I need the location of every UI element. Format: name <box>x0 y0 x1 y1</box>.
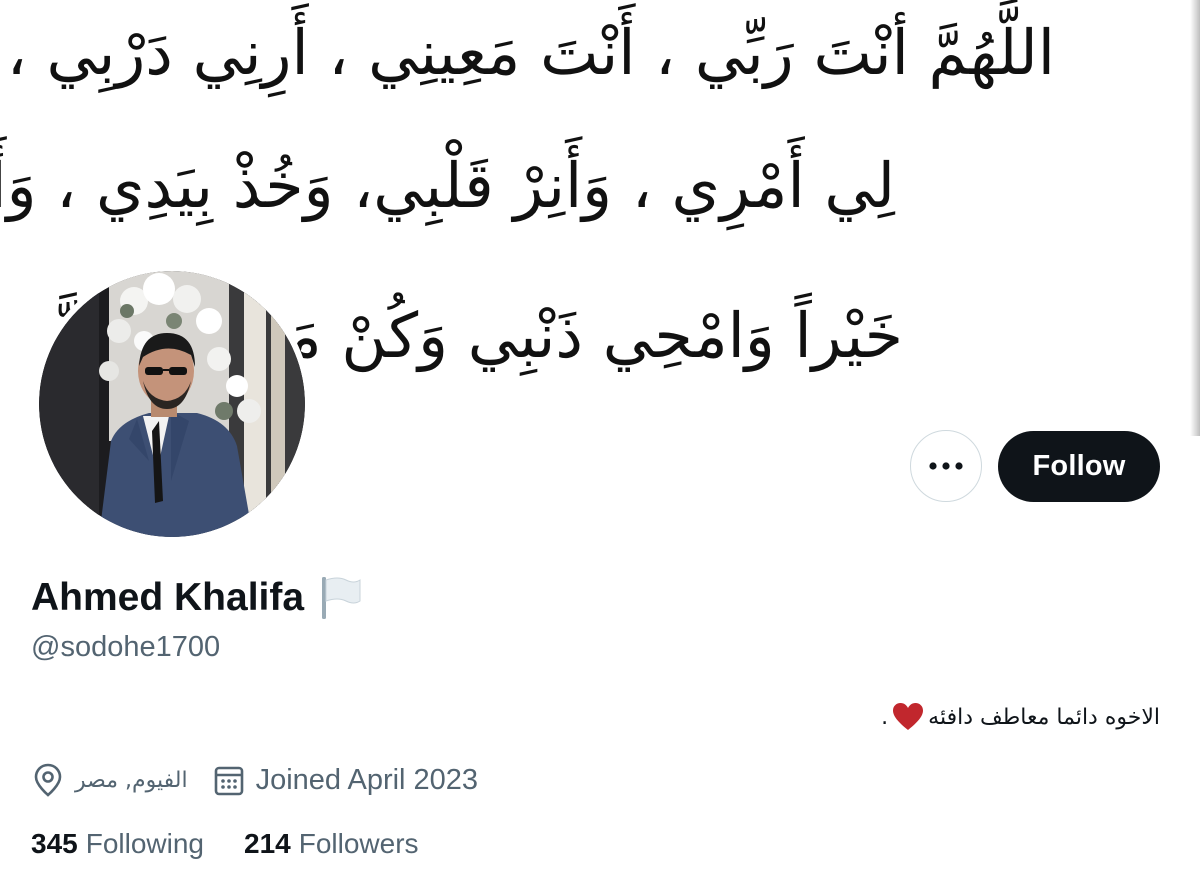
location-item: الفيوم, مصر <box>33 763 188 797</box>
joined-item: Joined April 2023 <box>214 763 479 797</box>
profile-page: اللَّهُمَّ أنْتَ رَبِّي ، أَنْتَ مَعِينِ… <box>0 0 1200 879</box>
bio-suffix: . <box>881 704 889 730</box>
display-name-row: Ahmed Khalifa <box>31 575 362 621</box>
follow-stats: 345 Following 214 Followers <box>31 828 459 860</box>
profile-bio: الاخوه دائما معاطف دافئه . <box>881 702 1160 732</box>
profile-meta-row: الفيوم, مصر Joined April 2023 <box>33 763 504 797</box>
calendar-icon <box>214 766 243 796</box>
location-pin-icon <box>34 763 62 797</box>
banner-text-line: اللَّهُمَّ أنْتَ رَبِّي ، أَنْتَ مَعِينِ… <box>0 16 1055 89</box>
white-flag-icon <box>322 577 361 619</box>
avatar-photo <box>39 271 305 537</box>
display-name: Ahmed Khalifa <box>31 575 305 619</box>
followers-link[interactable]: 214 Followers <box>244 828 419 860</box>
location-text: الفيوم, مصر <box>75 767 188 793</box>
follow-button[interactable]: Follow <box>998 431 1160 502</box>
bio-text: الاخوه دائما معاطف دافئه <box>928 704 1160 730</box>
following-link[interactable]: 345 Following <box>31 828 204 860</box>
followers-count: 214 <box>244 828 291 859</box>
user-handle: @sodohe1700 <box>31 631 221 663</box>
banner-edge-shadow <box>1190 0 1200 436</box>
followers-label: Followers <box>298 828 419 859</box>
joined-date: Joined April 2023 <box>255 763 479 796</box>
profile-avatar[interactable] <box>33 265 311 543</box>
banner-text-line: لِي أَمْرِي ، وَأَنِرْ قَلْبِي، وَخُذْ ب… <box>0 149 895 222</box>
red-heart-icon <box>893 703 924 730</box>
following-label: Following <box>85 828 204 859</box>
more-options-icon <box>929 462 963 470</box>
following-count: 345 <box>31 828 78 859</box>
more-options-button[interactable] <box>910 430 982 502</box>
